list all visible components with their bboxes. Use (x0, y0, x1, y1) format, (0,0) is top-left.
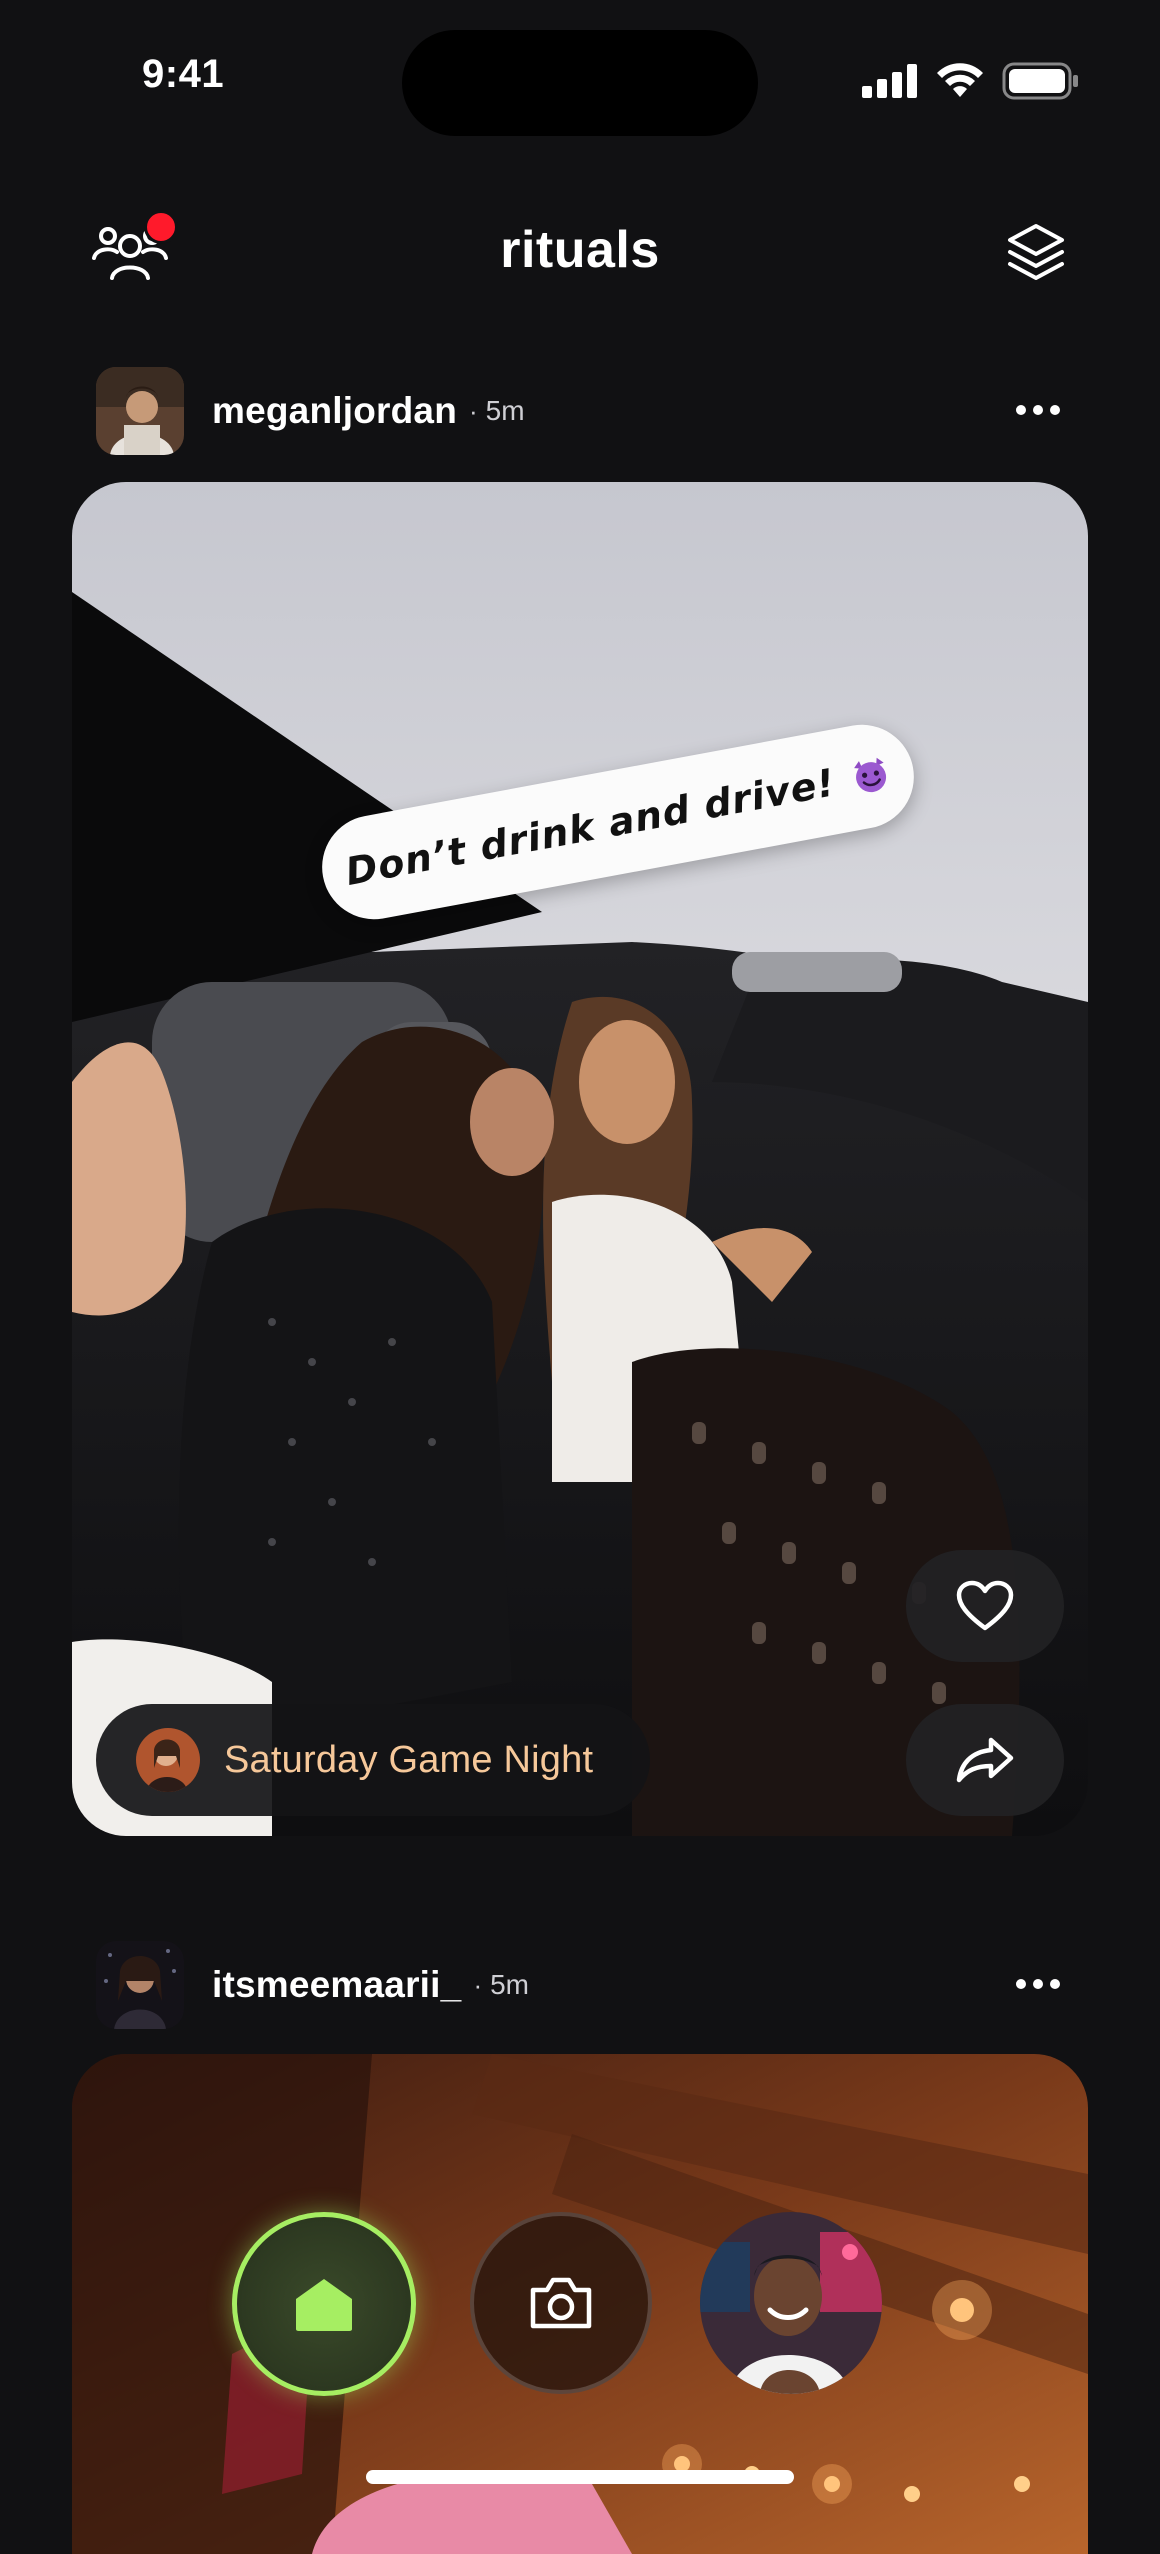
share-icon (956, 1737, 1014, 1783)
camera-icon (530, 2277, 592, 2329)
smiling-devil-emoji (853, 757, 886, 793)
post-username[interactable]: itsmeemaarii_ (212, 1964, 461, 2006)
status-icons (862, 62, 1080, 100)
post-author-avatar[interactable] (96, 1941, 184, 2029)
status-time: 9:41 (142, 52, 225, 96)
more-dot-icon (1016, 1979, 1026, 1989)
share-button[interactable] (906, 1704, 1064, 1816)
app-title: rituals (500, 221, 660, 279)
layers-button[interactable] (1004, 220, 1068, 284)
post-separator: · (469, 395, 478, 426)
post-separator: · (473, 1969, 483, 2000)
post-author-avatar[interactable] (96, 367, 184, 455)
dynamic-island (402, 30, 758, 136)
profile-avatar[interactable] (700, 2212, 882, 2394)
event-thumbnail (136, 1728, 200, 1792)
heart-icon (956, 1580, 1014, 1631)
home-icon (296, 2279, 352, 2331)
battery-icon (1002, 62, 1078, 100)
more-options-button[interactable] (1016, 390, 1060, 430)
post-time: 5m (490, 1969, 530, 2000)
more-dot-icon (1033, 1979, 1043, 1989)
event-label: Saturday Game Night (224, 1738, 594, 1781)
more-options-button[interactable] (1016, 1964, 1060, 2004)
cellular-signal-icon (862, 64, 917, 98)
camera-button[interactable] (470, 2212, 652, 2394)
home-indicator (366, 2470, 794, 2484)
like-button[interactable] (906, 1550, 1064, 1662)
event-tag[interactable]: Saturday Game Night (96, 1704, 650, 1816)
home-button[interactable] (232, 2212, 416, 2396)
post-time: 5m (485, 395, 525, 426)
more-dot-icon (1050, 1979, 1060, 1989)
more-dot-icon (1050, 405, 1060, 415)
more-dot-icon (1033, 405, 1043, 415)
wifi-icon (937, 63, 983, 97)
post-username[interactable]: meganljordan (212, 390, 457, 432)
layers-icon (1008, 224, 1064, 280)
more-dot-icon (1016, 405, 1026, 415)
post-header: itsmeemaarii_ · 5m (96, 1940, 529, 2030)
post-header: meganljordan · 5m (96, 366, 525, 456)
